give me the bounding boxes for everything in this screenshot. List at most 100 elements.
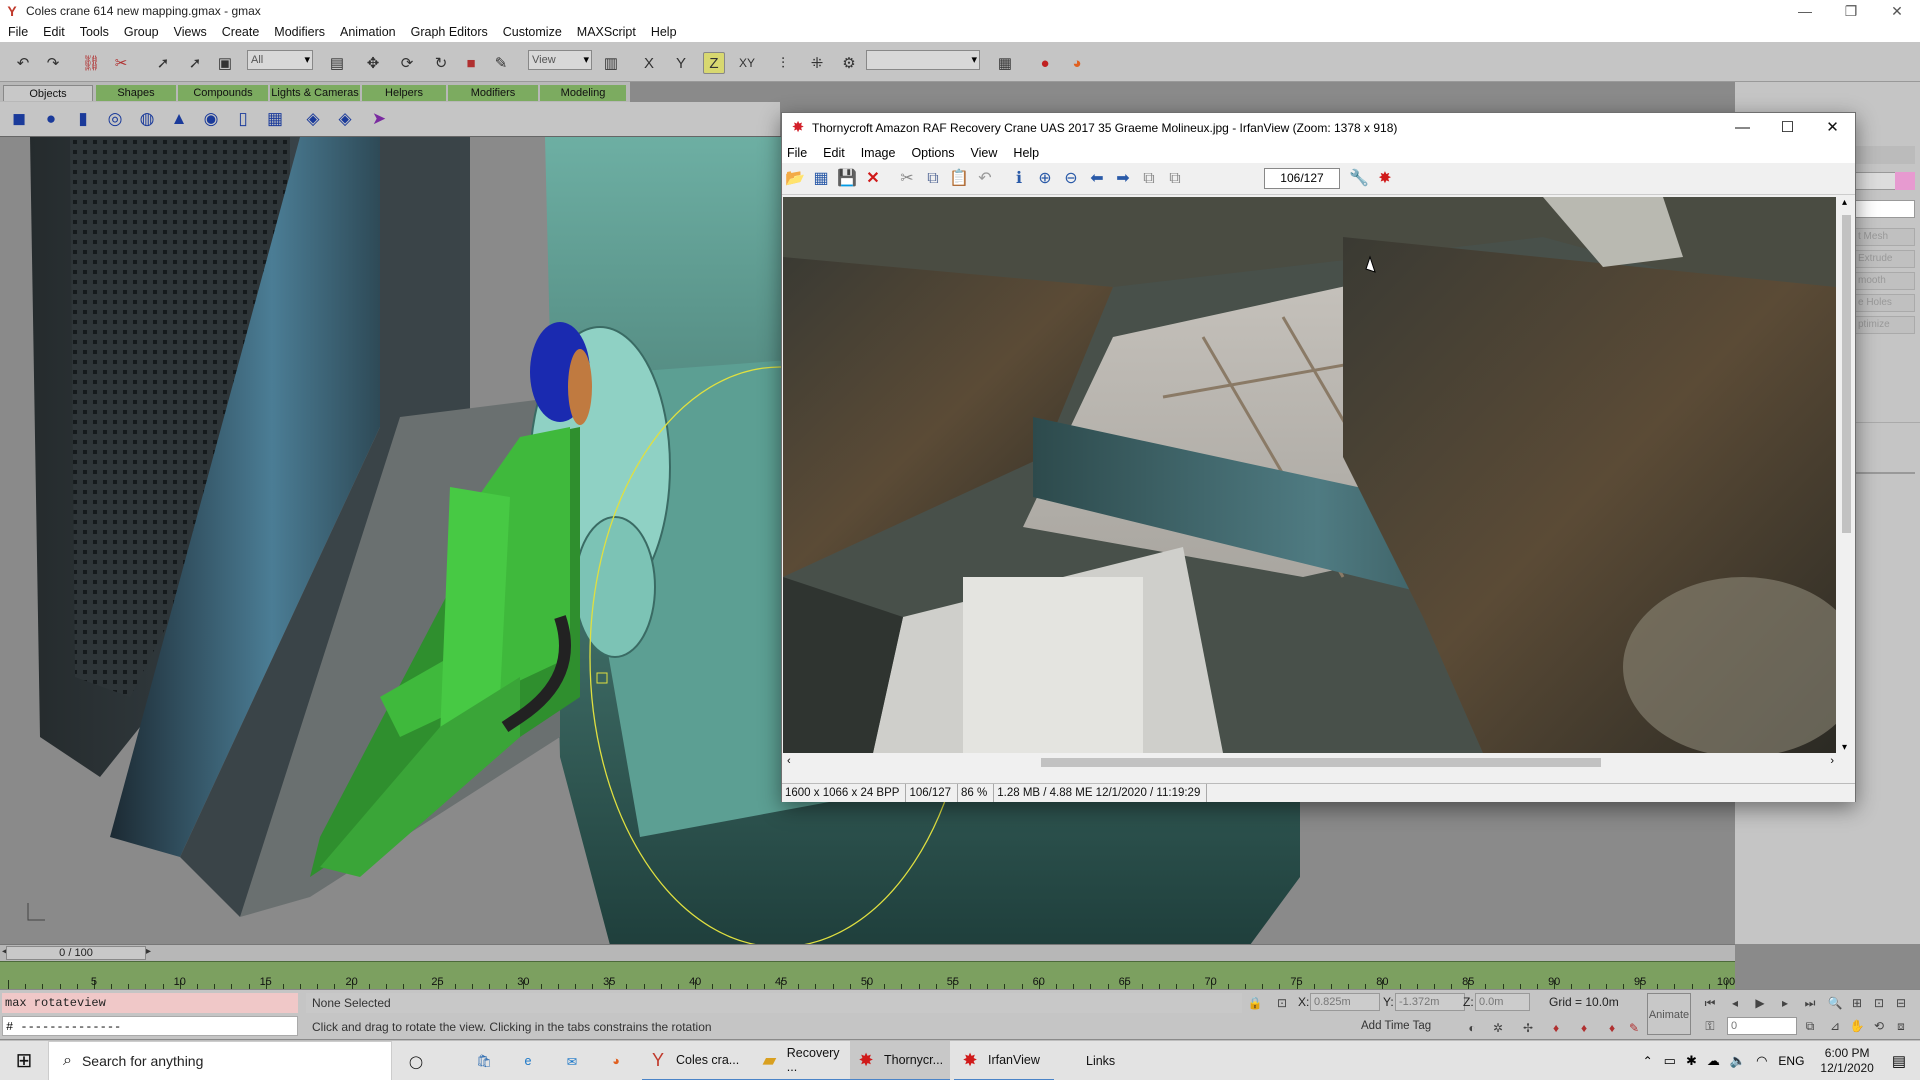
horizontal-scroll-thumb[interactable] — [1041, 758, 1601, 767]
z-coord-field[interactable]: 0.0m — [1475, 993, 1530, 1011]
menu-group[interactable]: Group — [124, 25, 159, 39]
last-page-icon[interactable]: ⧉ — [1164, 168, 1186, 190]
mail-icon[interactable]: ✉ — [554, 1041, 590, 1080]
open-folder-icon[interactable]: 📂 — [784, 168, 806, 190]
irfan-maximize-button[interactable]: ☐ — [1765, 113, 1810, 143]
rotate-icon[interactable]: ⟳ — [396, 52, 418, 74]
selection-filter-dropdown[interactable]: All — [247, 50, 313, 70]
scroll-left-icon[interactable]: ‹ — [787, 755, 791, 767]
named-selection-dropdown[interactable] — [866, 50, 980, 70]
time-config-icon[interactable]: ⧉ — [1802, 1018, 1818, 1034]
move-icon[interactable]: ✥ — [362, 52, 384, 74]
time-slider[interactable]: ◂ 0 / 100 ▸ — [0, 944, 1735, 961]
delete-icon[interactable]: ✕ — [862, 168, 884, 190]
zoom-out-icon[interactable]: ⊖ — [1060, 168, 1082, 190]
wifi-icon[interactable]: ◠ — [1756, 1053, 1767, 1069]
panel-button[interactable]: t Mesh — [1855, 228, 1915, 246]
maxscript-listener[interactable]: max rotateview — [2, 993, 298, 1013]
redo-icon[interactable]: ↷ — [42, 52, 64, 74]
zoom-in-icon[interactable]: ⊕ — [1034, 168, 1056, 190]
horizontal-scrollbar[interactable]: ‹ › — [783, 754, 1838, 771]
irfan-logo-icon[interactable]: ✸ — [1374, 168, 1396, 190]
cylinder-icon[interactable]: ▮ — [72, 108, 94, 130]
notification-icon[interactable]: ▤ — [1892, 1052, 1906, 1070]
menu-views[interactable]: Views — [174, 25, 207, 39]
axis-xy-button[interactable]: XY — [736, 52, 758, 74]
geosphere-icon[interactable]: ◉ — [200, 108, 222, 130]
menu-customize[interactable]: Customize — [503, 25, 562, 39]
goto-end-icon[interactable]: ⏭ — [1802, 995, 1818, 1011]
key-icon[interactable]: ✎ — [1626, 1020, 1642, 1036]
taskbar-item-explorer[interactable]: ▰ Recovery ... — [754, 1041, 850, 1080]
tray-chevron-icon[interactable]: ⌃ — [1643, 1054, 1653, 1068]
select-arrow-icon[interactable]: ➚ — [152, 52, 174, 74]
next-image-icon[interactable]: ➡ — [1112, 168, 1134, 190]
irfan-close-button[interactable]: ✕ — [1810, 113, 1855, 143]
undo-icon[interactable]: ↶ — [12, 52, 34, 74]
place-icon[interactable]: ✎ — [490, 52, 512, 74]
tab-shapes[interactable]: Shapes — [96, 85, 176, 101]
windows-start-icon[interactable]: ⊞ — [0, 1041, 48, 1080]
axis-y-button[interactable]: Y — [670, 52, 692, 74]
paste-icon[interactable]: 📋 — [948, 168, 970, 190]
menu-modifiers[interactable]: Modifiers — [274, 25, 325, 39]
restore-button[interactable]: ❐ — [1828, 0, 1874, 22]
current-frame-field[interactable]: 0 — [1727, 1017, 1797, 1035]
arc-rotate-icon[interactable]: ⟲ — [1871, 1018, 1887, 1034]
first-page-icon[interactable]: ⧉ — [1138, 168, 1160, 190]
tape-helper-icon[interactable]: ➤ — [368, 108, 390, 130]
unlink-icon[interactable]: ✂ — [110, 52, 132, 74]
irfan-menu-file[interactable]: File — [787, 146, 807, 160]
menu-help[interactable]: Help — [651, 25, 677, 39]
store-icon[interactable]: 🛍 — [466, 1041, 502, 1080]
menu-graph-editors[interactable]: Graph Editors — [411, 25, 488, 39]
angle-snap-icon[interactable]: ✲ — [1490, 1020, 1506, 1036]
add-time-tag[interactable]: Add Time Tag — [1361, 1020, 1431, 1032]
animate-button[interactable]: Animate — [1647, 993, 1691, 1035]
tray-device-icon[interactable]: ▭ — [1664, 1053, 1676, 1069]
torus-icon[interactable]: ◎ — [104, 108, 126, 130]
zoom-extents-all-icon[interactable]: ⊟ — [1893, 995, 1909, 1011]
percent-snap-icon[interactable]: ✢ — [1520, 1020, 1536, 1036]
taskbar-item-irfanview[interactable]: ✸ IrfanView — [954, 1041, 1054, 1080]
sphere-icon[interactable]: ● — [40, 108, 62, 130]
scale-icon[interactable]: ■ — [460, 52, 482, 74]
key-mode-toggle-icon[interactable]: ⚿ — [1702, 1018, 1718, 1034]
align-icon[interactable]: ⚙ — [838, 52, 860, 74]
axis-x-button[interactable]: X — [638, 52, 660, 74]
cut-icon[interactable]: ✂ — [896, 168, 918, 190]
pan-icon[interactable]: ✋ — [1849, 1018, 1865, 1034]
maximize-viewport-icon[interactable]: ⧈ — [1893, 1018, 1909, 1034]
goto-start-icon[interactable]: ⏮ — [1702, 995, 1718, 1011]
snaps-icon[interactable]: ▦ — [994, 52, 1016, 74]
select-by-name-icon[interactable]: ➚ — [184, 52, 206, 74]
scroll-right-icon[interactable]: › — [1830, 755, 1834, 767]
panel-dropdown[interactable] — [1855, 200, 1915, 218]
firefox-icon[interactable]: ◕ — [598, 1041, 634, 1080]
menu-create[interactable]: Create — [222, 25, 260, 39]
previous-image-icon[interactable]: ⬅ — [1086, 168, 1108, 190]
save-icon[interactable]: 💾 — [836, 168, 858, 190]
panel-button[interactable]: mooth — [1855, 272, 1915, 290]
link-icon[interactable]: ⛓ — [80, 52, 102, 74]
box-icon[interactable]: ◼ — [8, 108, 30, 130]
snap-icon[interactable]: ◐ — [1464, 1020, 1480, 1036]
panel-button[interactable]: Extrude — [1855, 250, 1915, 268]
vertical-scrollbar[interactable]: ▴ ▾ — [1838, 197, 1855, 753]
time-slider-thumb[interactable]: 0 / 100 — [6, 946, 146, 960]
maxscript-input[interactable]: # -------------- — [2, 1016, 298, 1036]
taskbar-item-irfanview-image[interactable]: ✸ Thornycr... — [850, 1041, 950, 1080]
lock-icon[interactable]: 🔒 — [1247, 995, 1263, 1011]
array-icon[interactable]: ⁜ — [806, 52, 828, 74]
cloud-icon[interactable]: ☁ — [1707, 1053, 1720, 1069]
menu-tools[interactable]: Tools — [80, 25, 109, 39]
language-indicator[interactable]: ENG — [1778, 1054, 1804, 1068]
material-editor-icon[interactable]: ● — [1034, 52, 1056, 74]
menu-edit[interactable]: Edit — [43, 25, 65, 39]
irfan-menu-image[interactable]: Image — [861, 146, 896, 160]
irfan-menu-edit[interactable]: Edit — [823, 146, 845, 160]
minimize-button[interactable]: — — [1782, 0, 1828, 22]
key-filter-icon[interactable]: ♦ — [1576, 1020, 1592, 1036]
key-mode-icon[interactable]: ♦ — [1548, 1020, 1564, 1036]
slideshow-icon[interactable]: ▦ — [810, 168, 832, 190]
